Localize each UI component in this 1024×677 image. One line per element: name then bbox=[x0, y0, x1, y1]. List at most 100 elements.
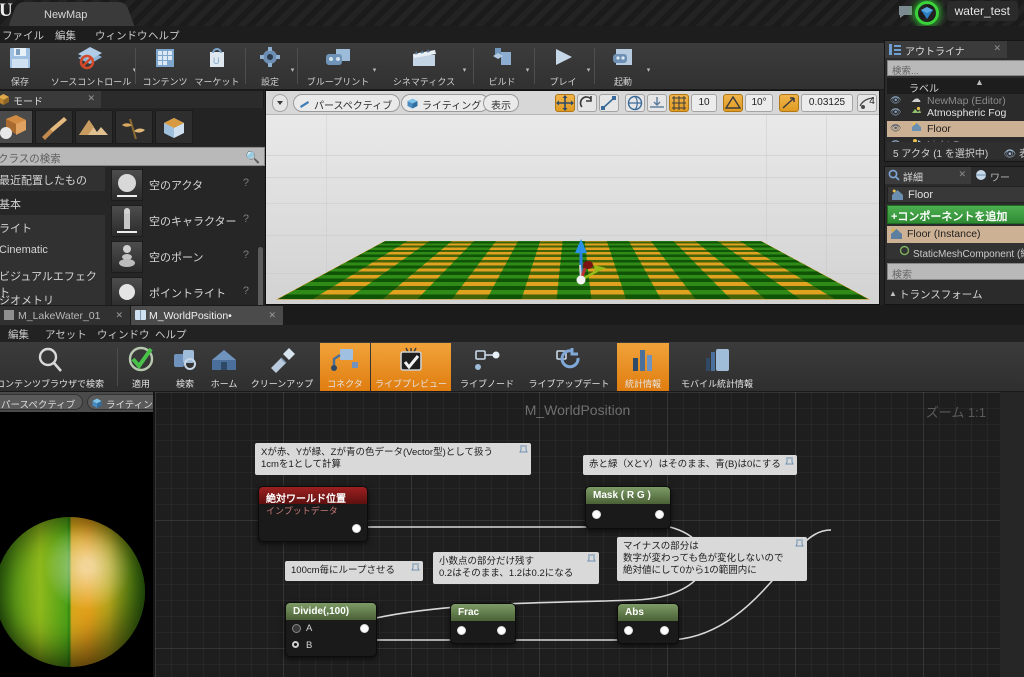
add-component-button[interactable]: +コンポーネントを追加 ▾ bbox=[887, 205, 1024, 224]
toolbar-cinematics-button[interactable]: シネマティクス ▾ bbox=[382, 44, 466, 89]
category-lights[interactable]: ライト bbox=[0, 215, 105, 239]
menu-help[interactable]: ヘルプ bbox=[148, 28, 180, 43]
node-divide[interactable]: Divide(,100) A B bbox=[285, 602, 377, 657]
graph-comment[interactable]: Xが赤、Yが緑、Zが青の色データ(Vector型)として扱う 1cmを1として計算 bbox=[255, 443, 531, 475]
camera-speed-value[interactable]: 4 bbox=[864, 94, 879, 112]
viewport-options-menu[interactable] bbox=[272, 94, 288, 112]
output-pin[interactable] bbox=[360, 624, 369, 633]
cleanup-button[interactable]: クリーンアップ bbox=[243, 343, 321, 391]
viewport-lighting-button[interactable]: ライティング bbox=[401, 94, 490, 112]
menu-edit[interactable]: 編集 bbox=[55, 28, 76, 43]
category-geometry[interactable]: ジオメトリ bbox=[0, 287, 105, 305]
toolbar-marketplace-button[interactable]: U マーケット bbox=[191, 44, 243, 89]
scale-snap-toggle[interactable] bbox=[779, 94, 799, 112]
chevron-down-icon[interactable]: ▾ bbox=[461, 66, 468, 74]
category-vfx[interactable]: ビジュアルエフェクト bbox=[0, 263, 105, 299]
class-search-input[interactable]: クラスの検索 🔍 bbox=[0, 147, 265, 166]
connectors-toggle[interactable]: コネクタ bbox=[320, 343, 370, 391]
graph-comment[interactable]: マイナスの部分は 数字が変わっても色が変化しないので 絶対値にして0から1の範囲内に bbox=[617, 537, 807, 581]
help-icon[interactable]: ? bbox=[243, 177, 249, 189]
list-item[interactable]: 空のポーン ? bbox=[105, 239, 265, 275]
output-pin[interactable] bbox=[352, 524, 361, 533]
outliner-visibility-toggle[interactable]: 👁 表 bbox=[1004, 145, 1024, 160]
close-icon[interactable]: ✕ bbox=[958, 169, 966, 180]
output-pin[interactable] bbox=[660, 626, 669, 635]
outliner-search-input[interactable]: 検索... bbox=[887, 60, 1024, 77]
unreal-account-icon[interactable] bbox=[920, 6, 934, 25]
viewport-view-mode-button[interactable]: パースペクティブ bbox=[293, 94, 401, 112]
close-icon[interactable]: ✕ bbox=[993, 43, 1001, 54]
find-in-content-browser-button[interactable]: コンテンツブラウザで検索 bbox=[0, 343, 112, 391]
scale-gizmo-toggle[interactable] bbox=[599, 94, 619, 112]
category-cinematic[interactable]: Cinematic bbox=[0, 239, 105, 263]
menu-help[interactable]: ヘルプ bbox=[155, 327, 187, 342]
graph-comment[interactable]: 赤と緑（XとY）はそのまま、青(B)は0にする bbox=[583, 455, 797, 475]
graph-comment[interactable]: 100cm毎にループさせる bbox=[285, 561, 423, 581]
input-pin[interactable] bbox=[592, 510, 601, 519]
rotation-snap-value[interactable]: 10° bbox=[745, 94, 773, 112]
geometry-edit-mode-icon[interactable] bbox=[155, 110, 193, 144]
material-graph-canvas[interactable]: M_WorldPosition ズーム 1:1 Xが赤、Yが緑、Zが青の色データ… bbox=[155, 392, 1000, 677]
mobile-stats-toggle[interactable]: モバイル統計情報 bbox=[670, 343, 764, 391]
menu-file[interactable]: ファイル bbox=[2, 28, 44, 43]
asset-tab-worldposition[interactable]: M_WorldPosition• ✕ bbox=[131, 306, 283, 325]
component-row-instance[interactable]: Floor (Instance) bbox=[887, 226, 1024, 243]
chevron-down-icon[interactable]: ▾ bbox=[371, 66, 378, 74]
rotate-gizmo-toggle[interactable] bbox=[577, 94, 597, 112]
outliner-column-header[interactable]: ラベル ▲ bbox=[887, 77, 1024, 95]
menu-edit[interactable]: 編集 bbox=[8, 327, 29, 342]
list-item[interactable]: 空のキャラクター ? bbox=[105, 203, 265, 239]
place-mode-icon[interactable] bbox=[0, 110, 33, 144]
toolbar-play-button[interactable]: プレイ ▾ bbox=[537, 44, 590, 89]
live-update-toggle[interactable]: ライブアップデート bbox=[523, 343, 615, 391]
input-pin-b[interactable] bbox=[292, 641, 299, 648]
world-coords-toggle[interactable] bbox=[625, 94, 645, 112]
surface-snap-toggle[interactable] bbox=[647, 94, 667, 112]
input-pin-a[interactable] bbox=[292, 624, 301, 633]
outliner-tab[interactable]: アウトライナ ✕ bbox=[885, 41, 1007, 58]
menu-asset[interactable]: アセット bbox=[45, 327, 87, 342]
material-preview-sphere[interactable] bbox=[0, 517, 145, 667]
toolbar-launch-button[interactable]: 起動 ▾ bbox=[597, 44, 652, 89]
output-pin[interactable] bbox=[497, 626, 506, 635]
node-absolute-world-position[interactable]: 絶対ワールド位置 インプットデータ bbox=[258, 486, 368, 542]
paint-mode-icon[interactable] bbox=[35, 110, 73, 144]
grid-snap-value[interactable]: 10 bbox=[691, 94, 717, 112]
table-row[interactable]: 👁 Floor bbox=[887, 121, 1024, 137]
close-icon[interactable]: ✕ bbox=[115, 310, 123, 321]
toolbar-content-button[interactable]: コンテンツ bbox=[139, 44, 191, 89]
help-icon[interactable]: ? bbox=[243, 213, 249, 225]
toolbar-source-control-button[interactable]: ソースコントロール ▾ bbox=[42, 44, 140, 89]
preview-view-mode-button[interactable]: パースペクティブ bbox=[0, 394, 84, 411]
toolbar-build-button[interactable]: ビルド ▾ bbox=[476, 44, 529, 89]
table-row[interactable]: 👁 Atmospheric Fog bbox=[887, 105, 1024, 121]
stats-toggle[interactable]: 統計情報 bbox=[617, 343, 669, 391]
output-pin[interactable] bbox=[655, 510, 664, 519]
viewport-scene[interactable] bbox=[266, 115, 879, 304]
help-icon[interactable]: ? bbox=[243, 249, 249, 261]
component-row-staticmesh[interactable]: StaticMeshComponent (継承) bbox=[887, 243, 1024, 275]
live-preview-toggle[interactable]: ライブプレビュー bbox=[371, 343, 451, 391]
translate-gizmo-toggle[interactable] bbox=[555, 94, 575, 112]
landscape-mode-icon[interactable] bbox=[75, 110, 113, 144]
list-item[interactable]: 空のアクタ ? bbox=[105, 167, 265, 203]
category-basic[interactable]: 基本 bbox=[0, 191, 105, 215]
graph-comment[interactable]: 小数点の部分だけ残す 0.2はそのまま、1.2は0.2になる bbox=[433, 552, 599, 584]
live-nodes-toggle[interactable]: ライブノード bbox=[452, 343, 522, 391]
chevron-down-icon[interactable]: ▾ bbox=[289, 66, 296, 74]
category-recent[interactable]: 最近配置したもの bbox=[0, 167, 105, 191]
close-icon[interactable]: ✕ bbox=[268, 310, 276, 321]
viewport-show-button[interactable]: 表示 bbox=[483, 94, 519, 112]
node-frac[interactable]: Frac bbox=[450, 603, 516, 644]
input-pin[interactable] bbox=[457, 626, 466, 635]
help-icon[interactable]: ? bbox=[243, 285, 249, 297]
menu-window[interactable]: ウィンドウ bbox=[95, 28, 148, 43]
apply-button[interactable]: 適用 bbox=[119, 343, 163, 391]
details-object-name[interactable]: Floor bbox=[887, 186, 1024, 203]
home-button[interactable]: ホーム bbox=[204, 343, 244, 391]
menu-window[interactable]: ウィンドウ bbox=[97, 327, 150, 342]
modes-panel-tab[interactable]: モード ✕ bbox=[0, 91, 101, 108]
chevron-down-icon[interactable]: ▾ bbox=[645, 66, 652, 74]
details-tab[interactable]: 詳細 ✕ bbox=[885, 167, 971, 184]
visibility-eye-icon[interactable]: 👁 bbox=[890, 123, 901, 134]
